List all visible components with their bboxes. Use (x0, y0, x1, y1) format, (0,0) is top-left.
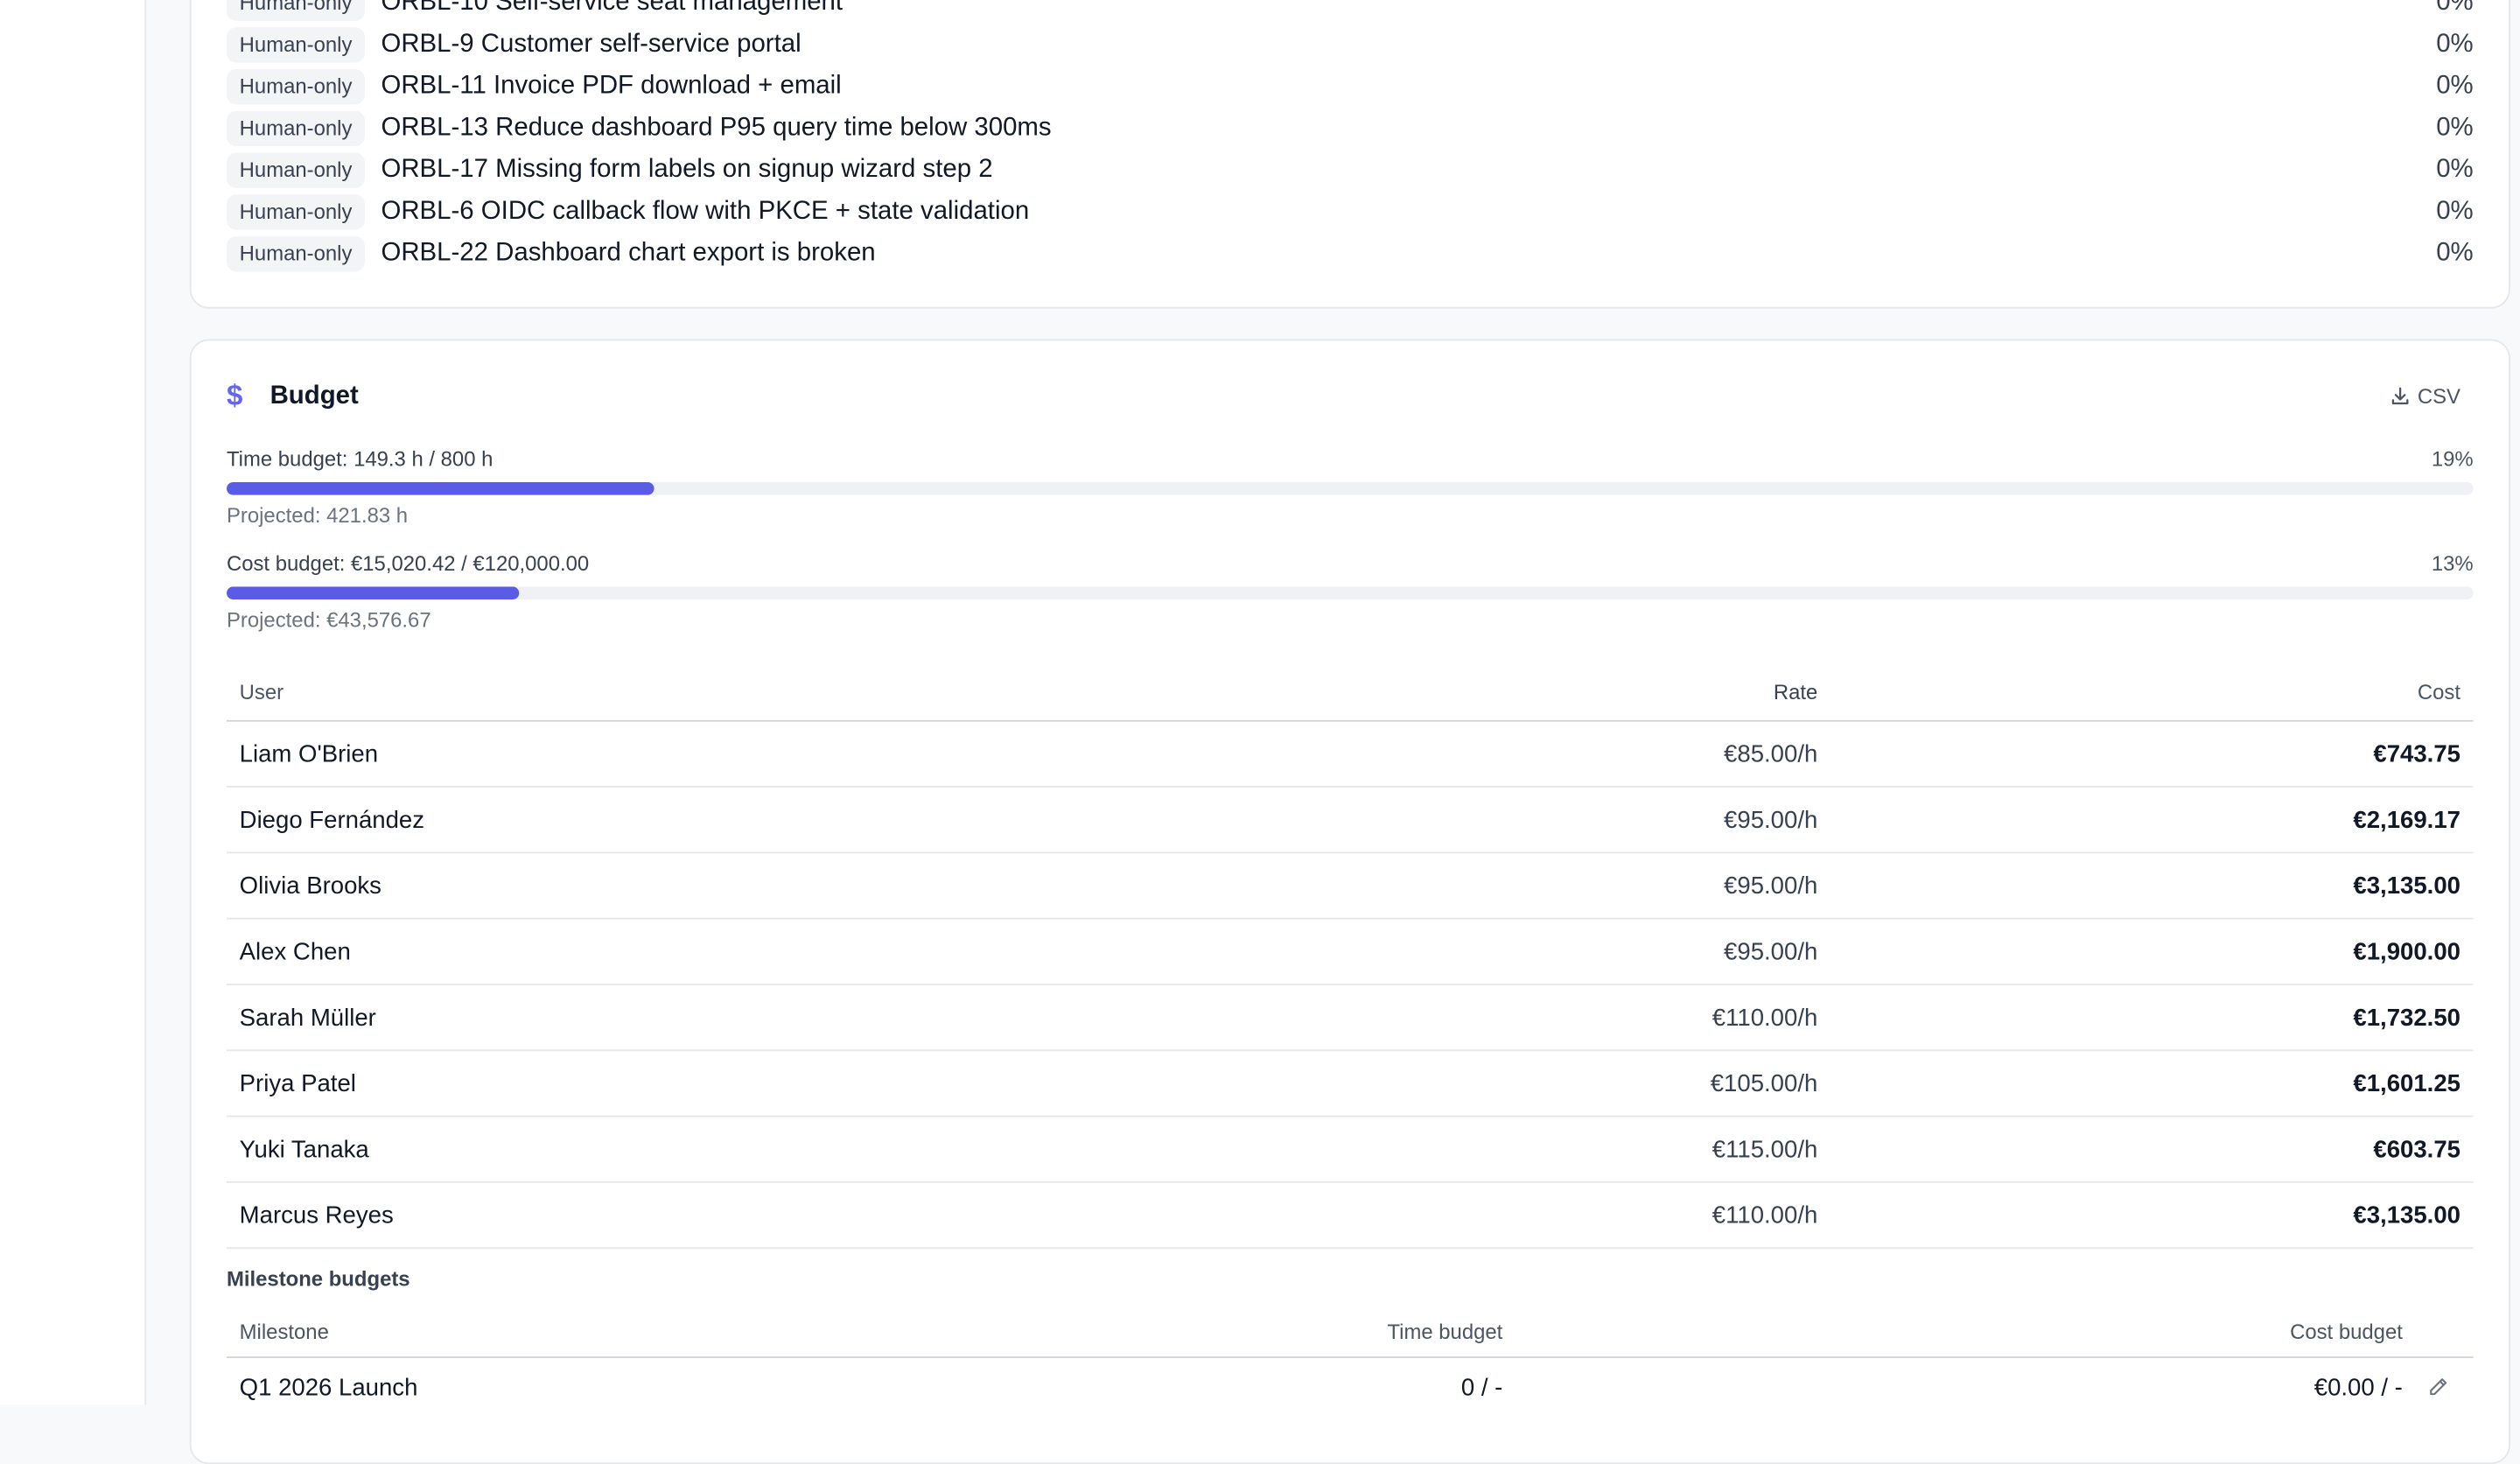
human-only-badge: Human-only (226, 152, 366, 188)
milestone-time-budget: 0 / - (1460, 1373, 1503, 1401)
csv-label: CSV (2417, 383, 2460, 409)
time-budget-projected: Projected: 421.83 h (226, 502, 409, 528)
task-title[interactable]: ORBL-10 Self-service seat management (381, 0, 843, 18)
user-rate: €95.00/h (1724, 872, 1818, 900)
user-name: Sarah Müller (239, 1004, 376, 1032)
task-progress-percent: 0% (2436, 239, 2474, 267)
csv-export-button[interactable]: CSV (2390, 384, 2460, 409)
table-header: User Rate Cost (226, 662, 2474, 722)
header-cost-budget: Cost budget (2290, 1319, 2403, 1343)
human-only-badge: Human-only (226, 194, 366, 230)
header-milestone: Milestone (239, 1319, 329, 1343)
task-row[interactable]: Human-only ORBL-10 Self-service seat mana… (226, 0, 2474, 23)
task-title[interactable]: ORBL-11 Invoice PDF download + email (381, 73, 841, 102)
task-row[interactable]: Human-only ORBL-22 Dashboard chart export… (226, 235, 2474, 273)
user-cost: €2,169.17 (2353, 806, 2460, 834)
user-name: Yuki Tanaka (239, 1135, 369, 1163)
sidebar (0, 0, 147, 1405)
cost-budget-label: Cost budget: €15,020.42 / €120,000.00 (226, 550, 590, 576)
task-progress-percent: 0% (2436, 30, 2474, 59)
table-row: Yuki Tanaka €115.00/h €603.75 (226, 1117, 2474, 1183)
task-row[interactable]: Human-only ORBL-9 Customer self-service p… (226, 25, 2474, 64)
table-row: Diego Fernández €95.00/h €2,169.17 (226, 788, 2474, 854)
user-name: Alex Chen (239, 937, 351, 965)
table-row: Alex Chen €95.00/h €1,900.00 (226, 920, 2474, 985)
user-cost-table: User Rate Cost Liam O'Brien €85.00/h €743.… (226, 662, 2474, 1250)
user-name: Marcus Reyes (239, 1201, 394, 1229)
cost-budget-projected: Projected: €43,576.67 (226, 607, 431, 632)
milestone-table: Milestone Time budget Cost budget Q1 202… (226, 1305, 2474, 1416)
human-only-badge: Human-only (226, 0, 366, 21)
user-cost: €743.75 (2373, 739, 2460, 768)
header-cost: Cost (2417, 679, 2460, 704)
task-row[interactable]: Human-only ORBL-11 Invoice PDF download +… (226, 67, 2474, 106)
task-progress-percent: 0% (2436, 156, 2474, 184)
user-rate: €85.00/h (1724, 739, 1818, 768)
budget-header: $ Budget (227, 379, 359, 413)
task-title[interactable]: ORBL-6 OIDC callback flow with PKCE + st… (381, 198, 1029, 227)
task-row[interactable]: Human-only ORBL-13 Reduce dashboard P95 q… (226, 109, 2474, 148)
human-only-badge: Human-only (226, 68, 366, 105)
user-rate: €95.00/h (1724, 937, 1818, 965)
download-icon (2392, 387, 2409, 405)
user-cost: €3,135.00 (2353, 1201, 2460, 1229)
header-rate: Rate (1773, 679, 1818, 704)
budget-card: $ Budget CSV Time budget: 149.3 h / 800 … (189, 339, 2510, 1464)
user-cost: €603.75 (2373, 1135, 2460, 1163)
user-rate: €105.00/h (1710, 1069, 1818, 1097)
task-row[interactable]: Human-only ORBL-17 Missing form labels on… (226, 151, 2474, 190)
user-cost: €1,732.50 (2353, 1004, 2460, 1032)
human-only-badge: Human-only (226, 110, 366, 147)
milestone-budgets-label: Milestone budgets (226, 1266, 410, 1291)
task-title[interactable]: ORBL-13 Reduce dashboard P95 query time … (381, 114, 1051, 143)
task-title[interactable]: ORBL-17 Missing form labels on signup wi… (381, 156, 992, 185)
user-rate: €110.00/h (1712, 1201, 1818, 1229)
user-rate: €110.00/h (1712, 1004, 1818, 1032)
dollar-icon: $ (226, 379, 243, 412)
task-progress-percent: 0% (2436, 72, 2474, 100)
table-row: Marcus Reyes €110.00/h €3,135.00 (226, 1183, 2474, 1250)
human-only-badge: Human-only (226, 27, 366, 63)
user-cost: €3,135.00 (2353, 872, 2460, 900)
time-budget-fill (226, 482, 654, 495)
table-row: Liam O'Brien €85.00/h €743.75 (226, 722, 2474, 788)
milestone-cost-budget: €0.00 / - (2314, 1373, 2403, 1401)
table-row: Sarah Müller €110.00/h €1,732.50 (226, 985, 2474, 1052)
tasks-card: Human-only ORBL-10 Self-service seat mana… (189, 0, 2510, 309)
cost-budget-percent: 13% (2431, 550, 2474, 576)
task-title[interactable]: ORBL-9 Customer self-service portal (381, 31, 801, 60)
user-cost: €1,900.00 (2353, 937, 2460, 965)
table-row: Priya Patel €105.00/h €1,601.25 (226, 1051, 2474, 1117)
table-row: Olivia Brooks €95.00/h €3,135.00 (226, 853, 2474, 920)
task-progress-percent: 0% (2436, 114, 2474, 142)
user-cost: €1,601.25 (2353, 1069, 2460, 1097)
milestone-table-header: Milestone Time budget Cost budget (226, 1305, 2474, 1359)
header-user: User (239, 679, 284, 704)
cost-budget-fill (226, 586, 519, 600)
user-name: Olivia Brooks (239, 872, 382, 900)
user-rate: €95.00/h (1724, 806, 1818, 834)
budget-title: Budget (270, 382, 359, 410)
milestone-name: Q1 2026 Launch (239, 1373, 418, 1401)
pencil-icon[interactable] (2403, 1376, 2474, 1398)
time-budget-bar (226, 482, 2474, 495)
milestone-row: Q1 2026 Launch 0 / - €0.00 / - (227, 1358, 2474, 1416)
task-progress-percent: 0% (2436, 197, 2474, 226)
task-title[interactable]: ORBL-22 Dashboard chart export is broken (381, 240, 875, 269)
user-rate: €115.00/h (1712, 1135, 1818, 1163)
human-only-badge: Human-only (226, 235, 366, 272)
user-name: Priya Patel (239, 1069, 356, 1097)
task-progress-percent: 0% (2436, 0, 2474, 17)
time-budget-label: Time budget: 149.3 h / 800 h (226, 446, 494, 472)
user-name: Liam O'Brien (239, 739, 379, 768)
time-budget-percent: 19% (2431, 446, 2474, 472)
cost-budget-bar (226, 586, 2474, 600)
user-name: Diego Fernández (239, 806, 425, 834)
task-row[interactable]: Human-only ORBL-6 OIDC callback flow with… (226, 193, 2474, 231)
header-time-budget: Time budget (1387, 1319, 1503, 1343)
